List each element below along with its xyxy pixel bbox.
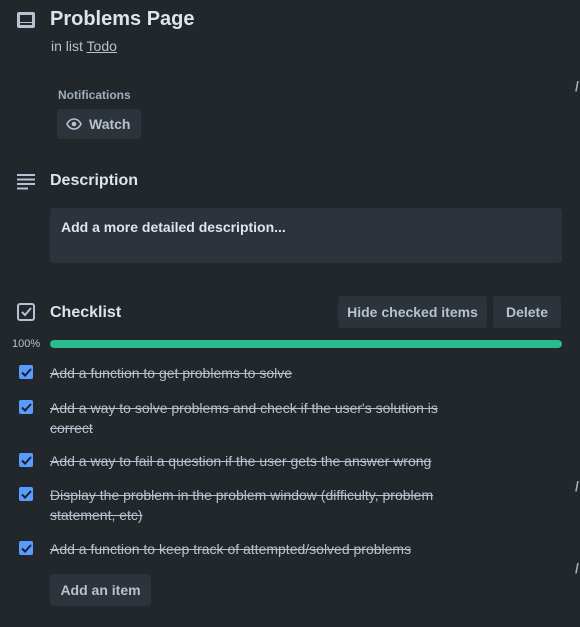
progress-fill — [50, 340, 562, 348]
card-title[interactable]: Problems Page — [50, 8, 195, 31]
clipped-sidebar-edge: / — [575, 478, 579, 494]
check-icon — [20, 402, 32, 412]
check-icon — [20, 543, 32, 553]
watch-label: Watch — [89, 116, 131, 132]
card-icon — [16, 10, 36, 30]
check-icon — [20, 489, 32, 499]
checkbox[interactable] — [19, 400, 33, 414]
notifications-label: Notifications — [58, 88, 131, 102]
checkbox[interactable] — [19, 453, 33, 467]
checklist-item-text[interactable]: Display the problem in the problem windo… — [50, 485, 450, 525]
checkbox[interactable] — [19, 541, 33, 555]
checklist-icon — [16, 302, 36, 322]
watch-button[interactable]: Watch — [57, 109, 141, 139]
list-link[interactable]: Todo — [87, 38, 117, 54]
list-prefix: in list — [51, 38, 83, 54]
checklist-item-text[interactable]: Add a way to fail a question if the user… — [50, 451, 450, 471]
eye-icon — [66, 116, 82, 132]
progress-percent: 100% — [12, 338, 41, 350]
list-info: in list Todo — [51, 38, 117, 54]
clipped-sidebar-edge: / — [575, 78, 579, 94]
description-icon — [16, 171, 36, 191]
clipped-sidebar-edge: / — [575, 560, 579, 576]
add-item-button[interactable]: Add an item — [50, 574, 151, 606]
checklist-item-text[interactable]: Add a function to keep track of attempte… — [50, 539, 450, 559]
progress-bar — [50, 340, 562, 348]
checklist-item-text[interactable]: Add a function to get problems to solve — [50, 363, 450, 383]
hide-checked-items-button[interactable]: Hide checked items — [338, 296, 487, 328]
checkbox[interactable] — [19, 487, 33, 501]
checklist-item-text[interactable]: Add a way to solve problems and check if… — [50, 398, 450, 438]
description-editor[interactable]: Add a more detailed description... — [50, 208, 562, 263]
checklist-title[interactable]: Checklist — [50, 304, 121, 322]
description-title: Description — [50, 172, 139, 189]
check-icon — [20, 455, 32, 465]
delete-checklist-button[interactable]: Delete — [493, 296, 561, 328]
check-icon — [20, 367, 32, 377]
checkbox[interactable] — [19, 365, 33, 379]
description-placeholder: Add a more detailed description... — [61, 219, 286, 235]
